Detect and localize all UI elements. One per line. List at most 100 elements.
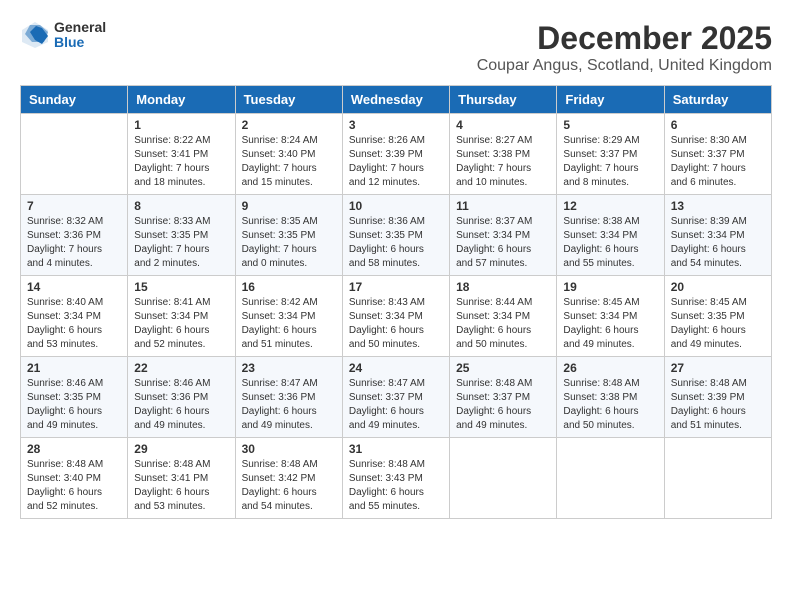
day-info: Sunrise: 8:46 AM Sunset: 3:36 PM Dayligh…	[134, 377, 228, 433]
day-number: 8	[134, 199, 228, 213]
weekday-header-thursday: Thursday	[450, 86, 557, 114]
header: General Blue December 2025 Coupar Angus,…	[20, 20, 772, 75]
day-info: Sunrise: 8:48 AM Sunset: 3:38 PM Dayligh…	[563, 377, 657, 433]
day-number: 26	[563, 361, 657, 375]
day-info: Sunrise: 8:27 AM Sunset: 3:38 PM Dayligh…	[456, 134, 550, 190]
calendar-cell: 12Sunrise: 8:38 AM Sunset: 3:34 PM Dayli…	[557, 195, 664, 276]
day-number: 7	[27, 199, 121, 213]
calendar: SundayMondayTuesdayWednesdayThursdayFrid…	[20, 85, 772, 519]
calendar-cell: 31 Sunrise: 8:48 AM Sunset: 3:43 PM Dayli…	[342, 438, 449, 519]
day-number: 28	[27, 442, 121, 456]
calendar-cell: 3Sunrise: 8:26 AM Sunset: 3:39 PM Daylig…	[342, 114, 449, 195]
day-number: 20	[671, 280, 765, 294]
day-number: 11	[456, 199, 550, 213]
day-number: 5	[563, 118, 657, 132]
day-number: 19	[563, 280, 657, 294]
week-row-5: 28 Sunrise: 8:48 AM Sunset: 3:40 PM Dayli…	[21, 438, 772, 519]
weekday-header-sunday: Sunday	[21, 86, 128, 114]
day-number: 13	[671, 199, 765, 213]
day-info: Sunrise: 8:36 AM Sunset: 3:35 PM Dayligh…	[349, 215, 443, 271]
weekday-header-wednesday: Wednesday	[342, 86, 449, 114]
calendar-cell: 23 Sunrise: 8:47 AM Sunset: 3:36 PM Dayli…	[235, 357, 342, 438]
day-number: 17	[349, 280, 443, 294]
logo-general: General	[54, 20, 106, 35]
day-number: 31	[349, 442, 443, 456]
day-info: Sunrise: 8:48 AM Sunset: 3:41 PM Dayligh…	[134, 458, 228, 514]
calendar-cell: 18 Sunrise: 8:44 AM Sunset: 3:34 PM Dayli…	[450, 276, 557, 357]
weekday-header-row: SundayMondayTuesdayWednesdayThursdayFrid…	[21, 86, 772, 114]
week-row-1: 1Sunrise: 8:22 AM Sunset: 3:41 PM Daylig…	[21, 114, 772, 195]
calendar-cell	[664, 438, 771, 519]
day-info: Sunrise: 8:48 AM Sunset: 3:43 PM Dayligh…	[349, 458, 443, 514]
logo-icon	[20, 20, 50, 50]
weekday-header-friday: Friday	[557, 86, 664, 114]
day-number: 1	[134, 118, 228, 132]
day-number: 10	[349, 199, 443, 213]
weekday-header-monday: Monday	[128, 86, 235, 114]
calendar-cell: 21 Sunrise: 8:46 AM Sunset: 3:35 PM Dayli…	[21, 357, 128, 438]
day-info: Sunrise: 8:45 AM Sunset: 3:34 PM Dayligh…	[563, 296, 657, 352]
location-title: Coupar Angus, Scotland, United Kingdom	[477, 57, 772, 75]
calendar-cell: 4Sunrise: 8:27 AM Sunset: 3:38 PM Daylig…	[450, 114, 557, 195]
day-info: Sunrise: 8:46 AM Sunset: 3:35 PM Dayligh…	[27, 377, 121, 433]
day-info: Sunrise: 8:48 AM Sunset: 3:42 PM Dayligh…	[242, 458, 336, 514]
day-info: Sunrise: 8:44 AM Sunset: 3:34 PM Dayligh…	[456, 296, 550, 352]
calendar-cell: 14Sunrise: 8:40 AM Sunset: 3:34 PM Dayli…	[21, 276, 128, 357]
logo-blue: Blue	[54, 35, 106, 50]
calendar-cell: 30 Sunrise: 8:48 AM Sunset: 3:42 PM Dayli…	[235, 438, 342, 519]
calendar-cell: 26 Sunrise: 8:48 AM Sunset: 3:38 PM Dayli…	[557, 357, 664, 438]
month-title: December 2025	[477, 20, 772, 57]
day-info: Sunrise: 8:45 AM Sunset: 3:35 PM Dayligh…	[671, 296, 765, 352]
calendar-cell: 28 Sunrise: 8:48 AM Sunset: 3:40 PM Dayli…	[21, 438, 128, 519]
calendar-cell: 8 Sunrise: 8:33 AM Sunset: 3:35 PM Daylig…	[128, 195, 235, 276]
day-number: 30	[242, 442, 336, 456]
week-row-3: 14Sunrise: 8:40 AM Sunset: 3:34 PM Dayli…	[21, 276, 772, 357]
day-info: Sunrise: 8:24 AM Sunset: 3:40 PM Dayligh…	[242, 134, 336, 190]
calendar-cell: 5 Sunrise: 8:29 AM Sunset: 3:37 PM Daylig…	[557, 114, 664, 195]
calendar-cell: 29 Sunrise: 8:48 AM Sunset: 3:41 PM Dayli…	[128, 438, 235, 519]
calendar-cell	[557, 438, 664, 519]
day-number: 29	[134, 442, 228, 456]
day-info: Sunrise: 8:48 AM Sunset: 3:37 PM Dayligh…	[456, 377, 550, 433]
day-number: 22	[134, 361, 228, 375]
day-info: Sunrise: 8:48 AM Sunset: 3:40 PM Dayligh…	[27, 458, 121, 514]
day-number: 25	[456, 361, 550, 375]
day-number: 6	[671, 118, 765, 132]
day-info: Sunrise: 8:47 AM Sunset: 3:37 PM Dayligh…	[349, 377, 443, 433]
calendar-cell: 2 Sunrise: 8:24 AM Sunset: 3:40 PM Daylig…	[235, 114, 342, 195]
day-info: Sunrise: 8:41 AM Sunset: 3:34 PM Dayligh…	[134, 296, 228, 352]
day-number: 12	[563, 199, 657, 213]
day-info: Sunrise: 8:47 AM Sunset: 3:36 PM Dayligh…	[242, 377, 336, 433]
day-info: Sunrise: 8:37 AM Sunset: 3:34 PM Dayligh…	[456, 215, 550, 271]
day-number: 21	[27, 361, 121, 375]
day-info: Sunrise: 8:48 AM Sunset: 3:39 PM Dayligh…	[671, 377, 765, 433]
calendar-cell: 13Sunrise: 8:39 AM Sunset: 3:34 PM Dayli…	[664, 195, 771, 276]
logo: General Blue	[20, 20, 106, 51]
day-info: Sunrise: 8:40 AM Sunset: 3:34 PM Dayligh…	[27, 296, 121, 352]
calendar-cell: 11 Sunrise: 8:37 AM Sunset: 3:34 PM Dayli…	[450, 195, 557, 276]
day-info: Sunrise: 8:43 AM Sunset: 3:34 PM Dayligh…	[349, 296, 443, 352]
day-info: Sunrise: 8:29 AM Sunset: 3:37 PM Dayligh…	[563, 134, 657, 190]
calendar-cell: 20 Sunrise: 8:45 AM Sunset: 3:35 PM Dayli…	[664, 276, 771, 357]
calendar-cell	[21, 114, 128, 195]
day-number: 2	[242, 118, 336, 132]
calendar-cell: 22 Sunrise: 8:46 AM Sunset: 3:36 PM Dayli…	[128, 357, 235, 438]
day-number: 23	[242, 361, 336, 375]
day-number: 15	[134, 280, 228, 294]
calendar-cell: 6 Sunrise: 8:30 AM Sunset: 3:37 PM Daylig…	[664, 114, 771, 195]
calendar-cell: 1Sunrise: 8:22 AM Sunset: 3:41 PM Daylig…	[128, 114, 235, 195]
day-info: Sunrise: 8:33 AM Sunset: 3:35 PM Dayligh…	[134, 215, 228, 271]
calendar-cell: 10 Sunrise: 8:36 AM Sunset: 3:35 PM Dayli…	[342, 195, 449, 276]
day-number: 18	[456, 280, 550, 294]
logo-text: General Blue	[54, 20, 106, 51]
calendar-cell: 16Sunrise: 8:42 AM Sunset: 3:34 PM Dayli…	[235, 276, 342, 357]
day-number: 27	[671, 361, 765, 375]
calendar-cell: 9Sunrise: 8:35 AM Sunset: 3:35 PM Daylig…	[235, 195, 342, 276]
day-info: Sunrise: 8:35 AM Sunset: 3:35 PM Dayligh…	[242, 215, 336, 271]
calendar-cell: 15 Sunrise: 8:41 AM Sunset: 3:34 PM Dayli…	[128, 276, 235, 357]
day-info: Sunrise: 8:30 AM Sunset: 3:37 PM Dayligh…	[671, 134, 765, 190]
calendar-cell: 24Sunrise: 8:47 AM Sunset: 3:37 PM Dayli…	[342, 357, 449, 438]
day-info: Sunrise: 8:42 AM Sunset: 3:34 PM Dayligh…	[242, 296, 336, 352]
weekday-header-saturday: Saturday	[664, 86, 771, 114]
calendar-cell: 25 Sunrise: 8:48 AM Sunset: 3:37 PM Dayli…	[450, 357, 557, 438]
